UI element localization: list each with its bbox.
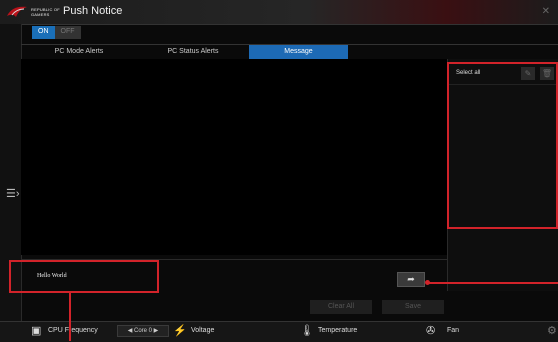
action-buttons: Clear All Save [310, 300, 444, 314]
voltage-icon: ⚡ [173, 325, 187, 337]
toggle-off[interactable]: OFF [54, 26, 81, 39]
send-button[interactable]: ➦ [397, 272, 425, 287]
callout-line-bottom [69, 293, 71, 341]
bottom-bar: ▣ CPU Frequency ⚡ Voltage 🌡 Temperature … [0, 321, 558, 342]
brand-line-2: GAMERS [31, 12, 50, 17]
fan-label[interactable]: Fan [447, 327, 459, 334]
close-icon[interactable]: ✕ [542, 6, 550, 17]
voltage-label[interactable]: Voltage [191, 327, 214, 334]
tab-message[interactable]: Message [249, 45, 348, 59]
tab-pc-mode-alerts[interactable]: PC Mode Alerts [21, 45, 137, 59]
callout-line-right [427, 282, 558, 284]
fan-icon: ✇ [426, 325, 436, 337]
tab-bar: PC Mode Alerts PC Status Alerts Message [21, 44, 558, 60]
title-bar: REPUBLIC OF GAMERS Push Notice ✕ [0, 0, 558, 25]
toggle-on[interactable]: ON [32, 26, 55, 39]
settings-icon[interactable]: ⚙ [547, 325, 557, 338]
cpu-frequency-label[interactable]: CPU Frequency [48, 327, 98, 334]
tab-pc-status-alerts[interactable]: PC Status Alerts [137, 45, 249, 59]
temperature-label[interactable]: Temperature [318, 327, 357, 334]
message-display-area [21, 59, 447, 255]
core-prev-icon[interactable]: ◀ [128, 328, 133, 334]
cpu-icon: ▣ [31, 325, 42, 337]
clear-all-button[interactable]: Clear All [310, 300, 372, 314]
core-selector[interactable]: ◀ Core 0 ▶ [117, 325, 169, 337]
thermometer-icon: 🌡 [300, 325, 314, 337]
push-notice-toggle[interactable]: ON OFF [32, 26, 81, 39]
window-title: Push Notice [63, 5, 123, 17]
message-input-highlight [9, 260, 159, 293]
sidebar-expand-icon[interactable]: ☰› [6, 187, 20, 200]
save-button[interactable]: Save [382, 300, 444, 314]
rog-logo-icon [7, 6, 27, 17]
message-list-highlight [447, 62, 558, 229]
core-value: Core 0 [133, 328, 152, 334]
share-icon: ➦ [407, 274, 415, 284]
core-next-icon[interactable]: ▶ [154, 328, 159, 334]
brand-label: REPUBLIC OF GAMERS [31, 7, 60, 17]
